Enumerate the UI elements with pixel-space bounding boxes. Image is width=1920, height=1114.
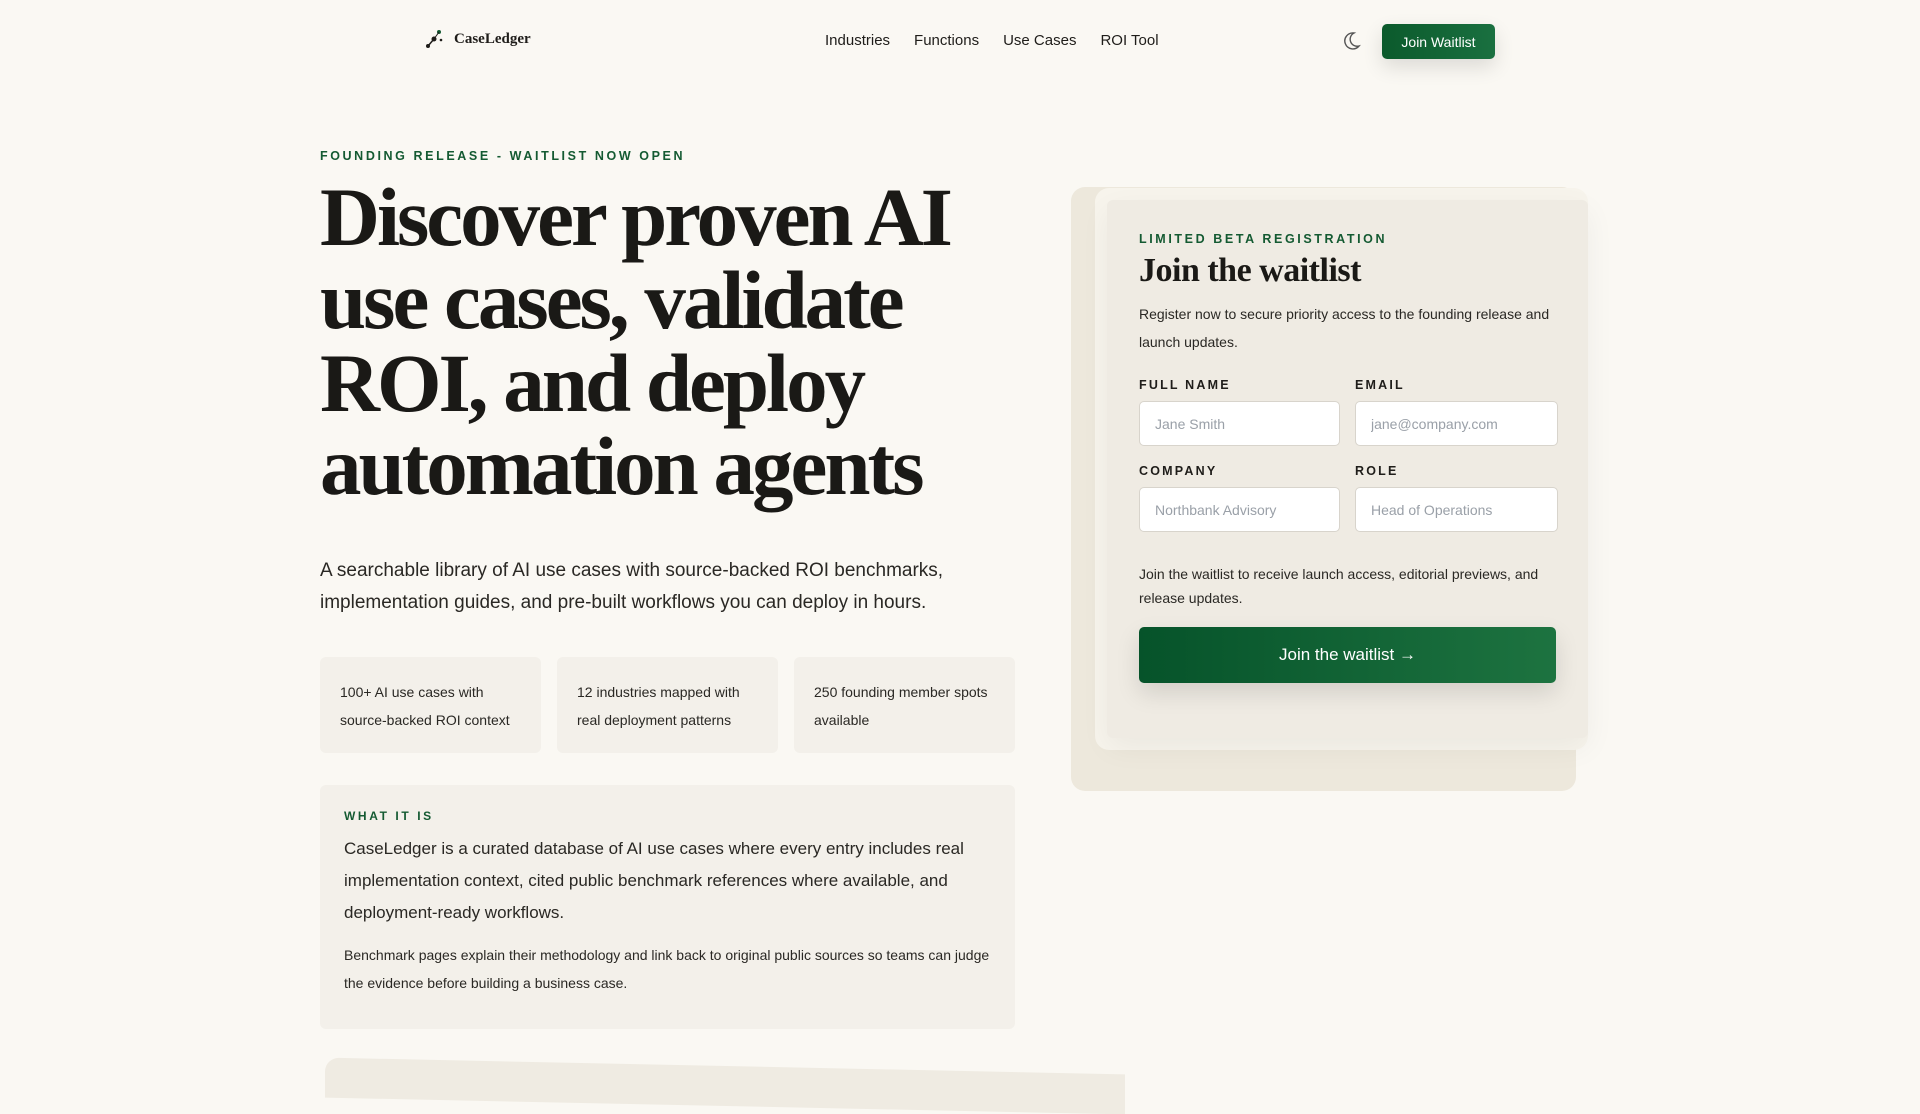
main-nav: Industries Functions Use Cases ROI Tool	[825, 32, 1159, 49]
role-label: ROLE	[1355, 464, 1399, 478]
company-label: COMPANY	[1139, 464, 1218, 478]
logo-icon	[426, 30, 443, 48]
full-name-field: FULL NAME	[1139, 378, 1340, 464]
full-name-label: FULL NAME	[1139, 378, 1231, 392]
nav-link-roi-tool[interactable]: ROI Tool	[1100, 32, 1158, 49]
join-waitlist-nav-button[interactable]: Join Waitlist	[1382, 24, 1495, 59]
role-field: ROLE	[1355, 464, 1558, 550]
email-label: EMAIL	[1355, 378, 1405, 392]
brand-name: CaseLedger	[454, 30, 531, 47]
join-waitlist-submit-button[interactable]: Join the waitlist →	[1139, 627, 1556, 683]
role-input[interactable]	[1355, 487, 1558, 532]
hero-eyebrow: FOUNDING RELEASE - WAITLIST NOW OPEN	[320, 149, 686, 163]
email-field: EMAIL	[1355, 378, 1558, 464]
form-eyebrow: LIMITED BETA REGISTRATION	[1139, 232, 1388, 246]
stat-card: 100+ AI use cases with source-backed ROI…	[320, 657, 541, 753]
what-it-is-section: WHAT IT IS CaseLedger is a curated datab…	[320, 785, 1015, 1029]
next-section-edge	[325, 1057, 1125, 1114]
moon-icon[interactable]	[1343, 31, 1361, 51]
hero-title: Discover proven AI use cases, validate R…	[320, 171, 953, 512]
waitlist-form: LIMITED BETA REGISTRATION Join the waitl…	[1107, 200, 1588, 738]
stat-card: 250 founding member spots available	[794, 657, 1015, 753]
form-description: Register now to secure priority access t…	[1139, 306, 1550, 350]
what-eyebrow: WHAT IT IS	[344, 809, 434, 823]
top-nav: CaseLedger Industries Functions Use Case…	[0, 0, 1920, 84]
email-input[interactable]	[1355, 401, 1558, 446]
full-name-input[interactable]	[1139, 401, 1340, 446]
what-note: Benchmark pages explain their methodolog…	[344, 947, 990, 991]
form-title: Join the waitlist	[1139, 252, 1361, 289]
nav-link-industries[interactable]: Industries	[825, 32, 890, 49]
company-input[interactable]	[1139, 487, 1340, 532]
what-description: CaseLedger is a curated database of AI u…	[344, 839, 964, 922]
form-note: Join the waitlist to receive launch acce…	[1139, 566, 1539, 606]
stat-card: 12 industries mapped with real deploymen…	[557, 657, 778, 753]
hero-subtitle: A searchable library of AI use cases wit…	[320, 560, 944, 613]
brand-logo[interactable]: CaseLedger	[424, 28, 531, 50]
stats-row: 100+ AI use cases with source-backed ROI…	[320, 657, 1015, 753]
nav-link-functions[interactable]: Functions	[914, 32, 979, 49]
nav-link-use-cases[interactable]: Use Cases	[1003, 32, 1076, 49]
company-field: COMPANY	[1139, 464, 1340, 550]
